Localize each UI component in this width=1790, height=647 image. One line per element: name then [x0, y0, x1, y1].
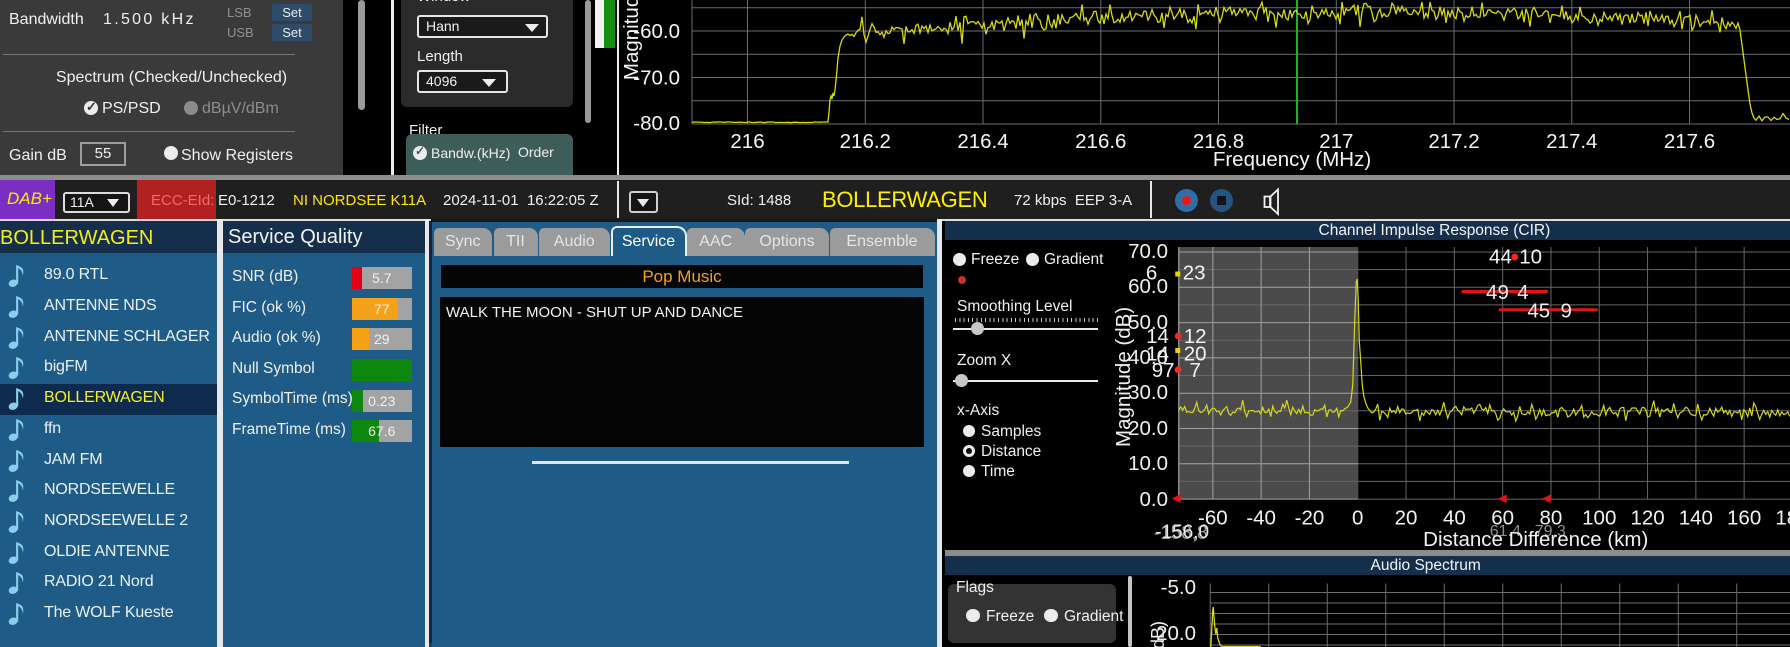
svg-text:Frequency (MHz): Frequency (MHz)	[1213, 148, 1371, 171]
svg-text:97: 97	[1151, 359, 1174, 382]
svg-text:216.6: 216.6	[1075, 130, 1126, 153]
svg-text:216.2: 216.2	[840, 130, 891, 153]
svg-text:9: 9	[1560, 300, 1571, 323]
svg-text:217.6: 217.6	[1664, 130, 1715, 153]
svg-text:Magnitude (dB): Magnitude (dB)	[620, 0, 643, 80]
svg-text:6: 6	[1145, 262, 1156, 285]
svg-text:217.4: 217.4	[1546, 130, 1597, 153]
svg-text:49: 49	[1486, 281, 1509, 304]
svg-text:180: 180	[1775, 507, 1790, 530]
svg-text:-80.0: -80.0	[633, 112, 680, 135]
svg-text:140: 140	[1678, 507, 1712, 530]
svg-text:-60: -60	[1198, 507, 1228, 530]
svg-text:120: 120	[1630, 507, 1664, 530]
svg-text:160: 160	[1727, 507, 1761, 530]
svg-text:-40: -40	[1246, 507, 1276, 530]
svg-text:7: 7	[1189, 359, 1200, 382]
svg-text:216: 216	[730, 130, 764, 153]
svg-text:44: 44	[1489, 245, 1512, 268]
svg-text:10: 10	[1519, 245, 1542, 268]
svg-text:-20: -20	[1294, 507, 1324, 530]
svg-text:Distance Difference (km): Distance Difference (km)	[1423, 528, 1648, 550]
svg-text:45: 45	[1527, 300, 1550, 323]
svg-text:23: 23	[1182, 262, 1205, 285]
svg-text:80: 80	[1539, 507, 1562, 530]
svg-text:40: 40	[1442, 507, 1465, 530]
svg-text:217.2: 217.2	[1428, 130, 1479, 153]
svg-text:100: 100	[1582, 507, 1616, 530]
svg-text:216.4: 216.4	[957, 130, 1008, 153]
svg-text:60: 60	[1491, 507, 1514, 530]
svg-text:20: 20	[1394, 507, 1417, 530]
svg-text:0: 0	[1352, 507, 1363, 530]
